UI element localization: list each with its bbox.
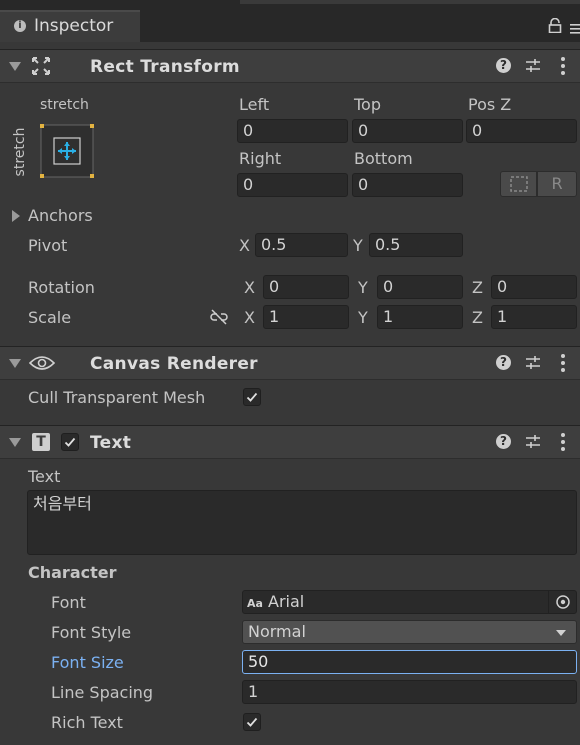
object-picker-icon[interactable] [548,591,577,613]
tab-bar-strip [240,0,580,4]
raw-edit-label: R [551,174,563,193]
pivot-x-field[interactable]: 0.5 [255,233,348,257]
scale-x-field[interactable]: 1 [263,305,349,329]
panel-menu-icon[interactable] [570,20,580,34]
text-enabled-checkbox[interactable] [61,433,79,451]
rect-transform-icon [31,56,51,80]
text-component-header[interactable]: T Text ? [0,425,580,459]
help-icon[interactable]: ? [496,355,511,370]
scale-x-axis-label[interactable]: X [244,308,255,328]
font-value: Arial [268,592,305,611]
canvas-renderer-title: Canvas Renderer [90,354,258,374]
rect-transform-header[interactable]: Rect Transform ? [0,49,580,83]
scale-z-axis-label[interactable]: Z [472,308,483,328]
left-label: Left [239,95,270,114]
left-field[interactable]: 0 [237,119,348,143]
font-style-dropdown[interactable]: Normal [242,620,577,644]
anchor-stretch-side-label: stretch [12,127,28,177]
rect-transform-title: Rect Transform [90,57,240,77]
text-component-title: Text [90,433,132,453]
inspector-tab[interactable]: i Inspector [0,10,140,42]
help-icon[interactable]: ? [496,58,511,73]
eye-icon [28,355,56,375]
fold-arrow-icon[interactable] [9,438,21,447]
font-style-value: Normal [248,622,306,641]
top-label: Top [354,95,381,114]
top-field[interactable]: 0 [352,119,463,143]
font-object-field[interactable]: Aa Arial [242,590,577,614]
text-component-icon: T [32,433,50,451]
cull-transparent-mesh-label: Cull Transparent Mesh [28,388,206,407]
font-style-label: Font Style [51,623,132,642]
presets-icon[interactable] [525,355,541,375]
presets-icon[interactable] [525,58,541,78]
text-area[interactable]: 처음부터 [27,490,577,555]
right-field[interactable]: 0 [237,173,348,197]
font-size-field[interactable]: 50 [242,650,577,674]
rich-text-label: Rich Text [51,713,123,732]
line-spacing-label: Line Spacing [51,683,154,702]
bottom-label: Bottom [354,149,413,168]
info-icon: i [14,20,26,32]
scale-label: Scale [28,308,72,327]
kebab-menu-icon[interactable] [561,354,565,375]
fold-arrow-icon[interactable] [9,359,21,368]
font-size-label: Font Size [51,653,124,672]
line-spacing-field[interactable]: 1 [242,680,577,704]
right-label: Right [239,149,282,168]
anchor-stretch-top-label: stretch [40,97,89,113]
rotation-x-axis-label[interactable]: X [244,278,255,298]
presets-icon[interactable] [525,434,541,454]
font-asset-icon: Aa [247,597,263,610]
rotation-label: Rotation [28,278,95,297]
anchor-preset-button[interactable] [40,124,94,178]
posz-label: Pos Z [468,95,512,114]
pivot-y-axis-label[interactable]: Y [353,236,363,256]
cull-transparent-mesh-checkbox[interactable] [243,388,261,406]
rotation-y-axis-label[interactable]: Y [358,278,368,298]
anchors-fold-icon[interactable] [12,210,20,222]
kebab-menu-icon[interactable] [561,433,565,454]
blueprint-mode-button[interactable] [500,171,537,197]
rich-text-checkbox[interactable] [243,713,261,731]
text-label: Text [28,467,61,486]
scale-y-field[interactable]: 1 [377,305,463,329]
rotation-z-field[interactable]: 0 [491,275,577,299]
posz-field[interactable]: 0 [466,119,577,143]
anchors-label[interactable]: Anchors [28,206,93,226]
raw-edit-button[interactable]: R [537,171,577,197]
font-label: Font [51,593,86,612]
constrain-proportions-icon[interactable] [208,309,230,329]
bottom-field[interactable]: 0 [352,173,463,197]
rotation-y-field[interactable]: 0 [377,275,463,299]
pivot-x-axis-label[interactable]: X [239,236,250,256]
rotation-x-field[interactable]: 0 [263,275,349,299]
inspector-tab-label: Inspector [34,16,114,36]
fold-arrow-icon[interactable] [9,62,21,71]
rotation-z-axis-label[interactable]: Z [472,278,483,298]
help-icon[interactable]: ? [496,434,511,449]
pivot-label: Pivot [28,236,68,255]
scale-y-axis-label[interactable]: Y [358,308,368,328]
lock-icon[interactable] [548,17,562,34]
scale-z-field[interactable]: 1 [491,305,577,329]
pivot-y-field[interactable]: 0.5 [369,233,463,257]
character-section-label: Character [28,563,117,582]
kebab-menu-icon[interactable] [561,57,565,78]
dropdown-arrow-icon [556,630,566,636]
canvas-renderer-header[interactable]: Canvas Renderer ? [0,346,580,380]
